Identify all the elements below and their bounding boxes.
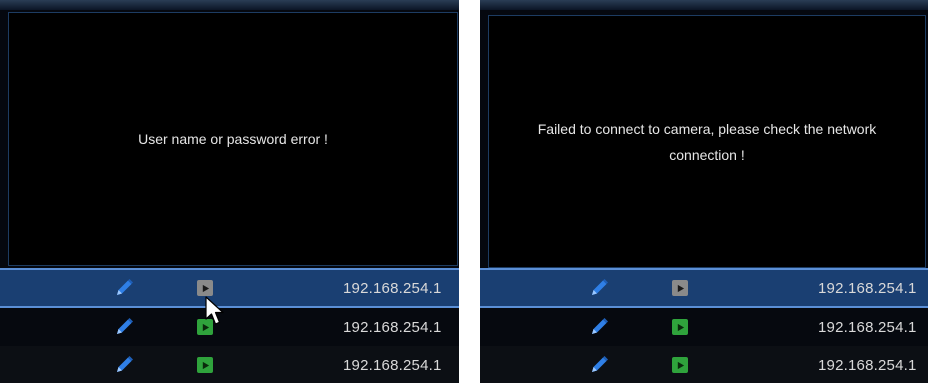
right-panel: Failed to connect to camera, please chec… <box>480 0 928 383</box>
error-dialog: User name or password error ! <box>8 12 458 266</box>
pencil-icon[interactable] <box>588 277 610 299</box>
pencil-icon[interactable] <box>588 316 610 338</box>
camera-row[interactable]: 192.168.254.1 <box>480 346 928 383</box>
top-strip <box>480 0 928 10</box>
camera-list: 192.168.254.1 192.168.254.1 192.168.254.… <box>0 268 459 383</box>
pencil-icon[interactable] <box>588 354 610 376</box>
play-icon[interactable] <box>672 357 688 373</box>
play-icon[interactable] <box>197 357 213 373</box>
pencil-icon[interactable] <box>113 354 135 376</box>
play-icon[interactable] <box>672 280 688 296</box>
camera-row[interactable]: 192.168.254.1 <box>480 268 928 308</box>
camera-row[interactable]: 192.168.254.1 <box>480 308 928 346</box>
ip-address: 192.168.254.1 <box>818 318 917 336</box>
pencil-icon[interactable] <box>113 316 135 338</box>
dialog-message: Failed to connect to camera, please chec… <box>537 120 877 163</box>
top-strip <box>0 0 459 10</box>
camera-row[interactable]: 192.168.254.1 <box>0 346 459 383</box>
play-icon[interactable] <box>197 280 213 296</box>
error-dialog: Failed to connect to camera, please chec… <box>488 15 926 268</box>
ip-address: 192.168.254.1 <box>343 279 442 297</box>
ip-address: 192.168.254.1 <box>818 356 917 374</box>
play-icon[interactable] <box>672 319 688 335</box>
camera-row[interactable]: 192.168.254.1 <box>0 268 459 308</box>
ip-address: 192.168.254.1 <box>818 279 917 297</box>
camera-list: 192.168.254.1 192.168.254.1 192.168.254.… <box>480 268 928 383</box>
pencil-icon[interactable] <box>113 277 135 299</box>
camera-row[interactable]: 192.168.254.1 <box>0 308 459 346</box>
ip-address: 192.168.254.1 <box>343 356 442 374</box>
mouse-cursor-icon <box>205 296 224 325</box>
dialog-message: User name or password error ! <box>138 131 328 147</box>
ip-address: 192.168.254.1 <box>343 318 442 336</box>
left-panel: User name or password error ! 192.168.25… <box>0 0 459 383</box>
